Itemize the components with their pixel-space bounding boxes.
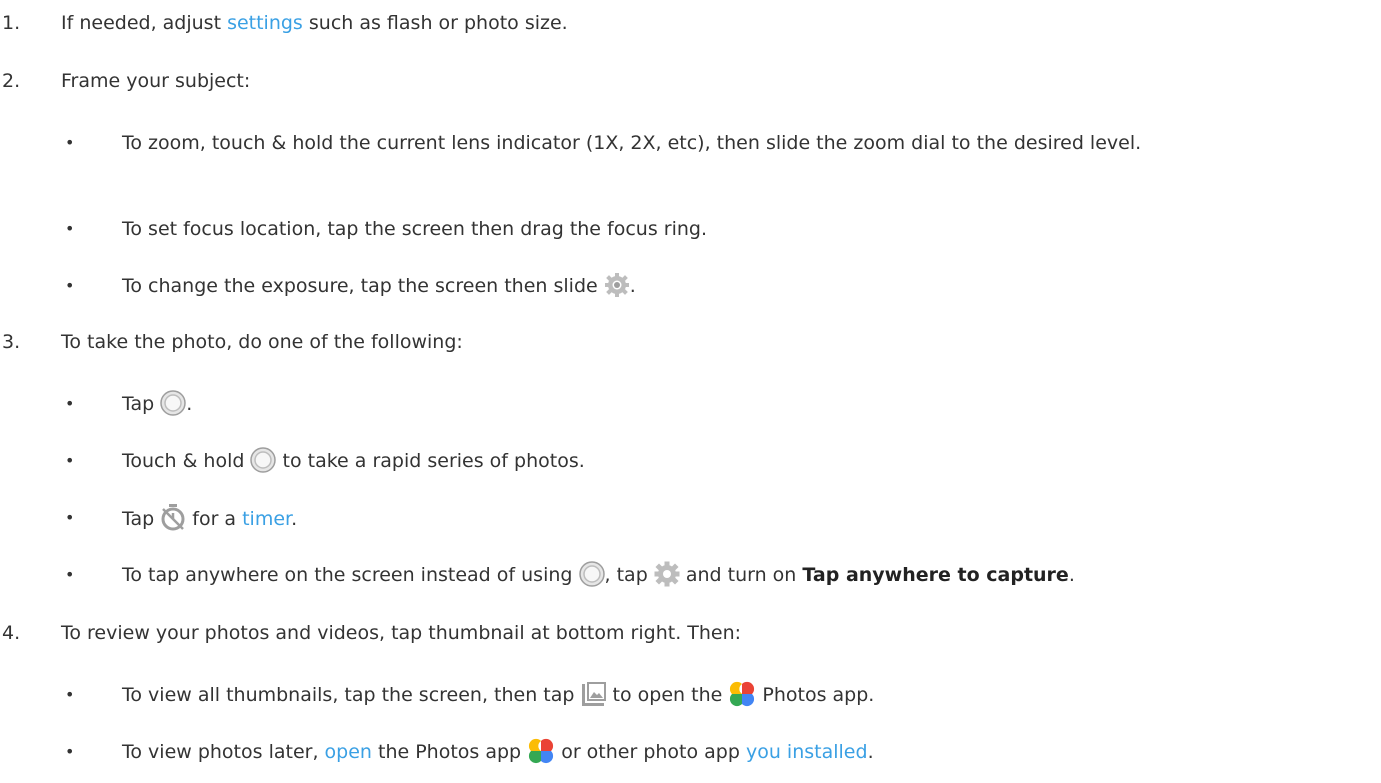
timer-link[interactable]: timer [242,508,291,530]
google-photos-icon [529,738,554,764]
shutter-icon [160,390,186,416]
step-text: If needed, adjust settings such as flash… [61,12,568,34]
bullet-mark: • [65,276,75,295]
bullet-mark: • [65,742,75,761]
open-link[interactable]: open [325,741,372,763]
bullet-mark: • [65,219,75,238]
gallery-icon [581,682,606,706]
bullet-text: To view all thumbnails, tap the screen, … [122,680,1372,710]
bullet-text: To change the exposure, tap the screen t… [122,271,1372,301]
bullet-text: To tap anywhere on the screen instead of… [122,560,1372,590]
bullet-text: To set focus location, tap the screen th… [122,218,708,240]
settings-link[interactable]: settings [227,12,303,34]
bullet-text: To view photos later, open the Photos ap… [122,737,1372,767]
step-number: 2. [2,70,21,92]
step-text: To take the photo, do one of the followi… [61,331,463,353]
bullet-mark: • [65,133,75,152]
exposure-icon [604,273,629,297]
bullet-mark: • [65,565,75,584]
installed-apps-link[interactable]: you installed [746,741,868,763]
bullet-mark: • [65,451,75,470]
shutter-icon [578,561,605,587]
step-number: 4. [2,622,21,644]
bullet-mark: • [65,508,75,527]
bullet-text: Tap for a timer. [122,503,1372,534]
google-photos-icon [730,681,755,707]
shutter-icon [250,447,277,473]
bullet-text: To zoom, touch & hold the current lens i… [122,132,1142,154]
step-number: 1. [2,12,21,34]
step-text: Frame your subject: [61,70,251,92]
step-number: 3. [2,331,21,353]
bullet-text: Touch & hold to take a rapid series of p… [122,446,1372,476]
setting-name: Tap anywhere to capture [802,564,1069,586]
settings-gear-icon [654,561,680,587]
bullet-text: Tap . [122,389,1372,419]
step-text: To review your photos and videos, tap th… [61,622,742,644]
timer-icon [161,504,185,531]
bullet-mark: • [65,685,75,704]
bullet-mark: • [65,394,75,413]
